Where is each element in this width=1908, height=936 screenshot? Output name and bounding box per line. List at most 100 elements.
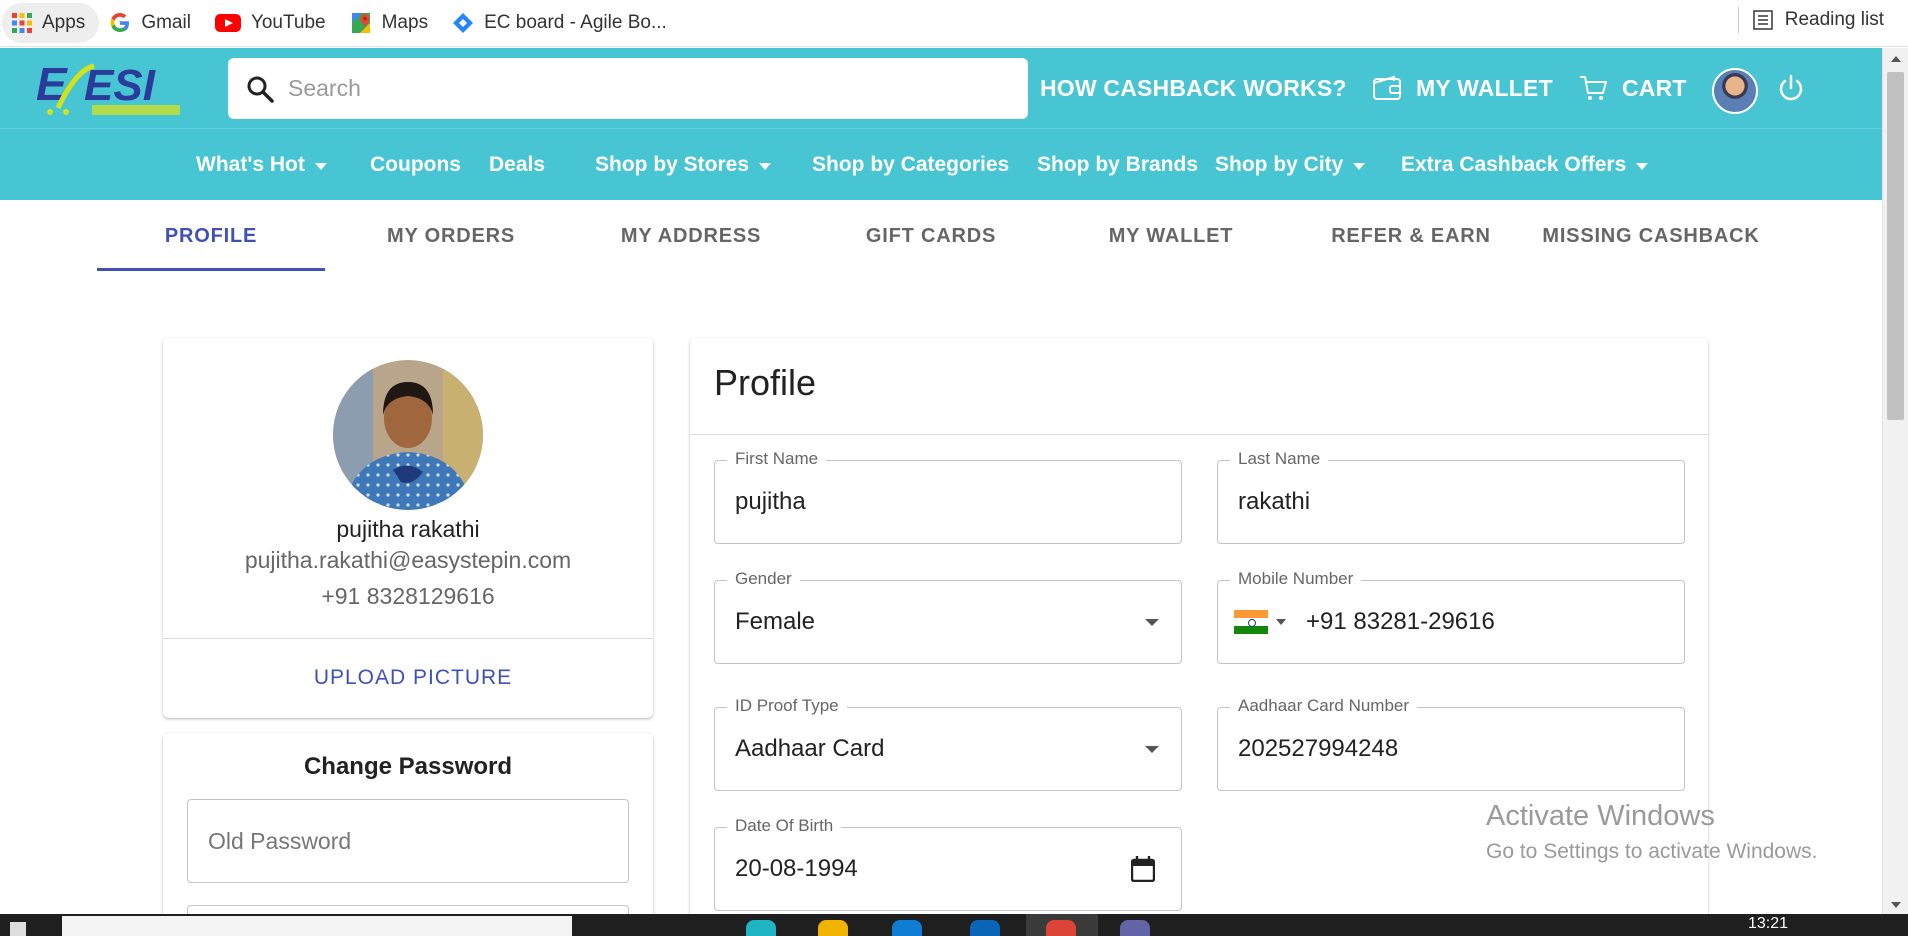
nav-whats-hot[interactable]: What's Hot [196,129,327,201]
tab-label: MY WALLET [1108,224,1234,247]
how-cashback-works-link[interactable]: HOW CASHBACK WORKS? [1040,48,1347,128]
dob-value[interactable]: 20-08-1994 [735,855,858,883]
change-password-card: Change Password [163,733,653,936]
bookmark-label: Maps [381,12,429,33]
upload-picture-button[interactable]: UPLOAD PICTURE [163,638,663,718]
nav-label: Coupons [370,153,461,176]
nav-shop-by-categories[interactable]: Shop by Categories [812,129,1009,201]
first-name-value[interactable]: pujitha [735,488,806,516]
bookmark-apps[interactable]: Apps [2,3,100,43]
search-icon [247,76,274,103]
nav-label: Shop by Categories [812,153,1010,176]
id-proof-type-select[interactable]: ID Proof Type Aadhaar Card [714,696,1182,791]
reading-list-icon [1752,10,1773,30]
tab-my-wallet[interactable]: MY WALLET [1057,200,1285,272]
old-password-field[interactable] [187,799,629,883]
bookmark-gmail[interactable]: Gmail [99,3,205,43]
my-wallet-link[interactable]: MY WALLET [1372,48,1553,128]
calendar-icon[interactable] [1131,856,1155,882]
tab-missing-cashback[interactable]: MISSING CASHBACK [1537,200,1765,272]
reading-list[interactable]: Reading list [1737,0,1884,40]
country-dropdown-icon[interactable] [1276,619,1286,625]
scroll-down-icon[interactable] [1891,902,1901,908]
nav-shop-by-brands[interactable]: Shop by Brands [1037,129,1198,201]
tab-label: MY ADDRESS [620,224,762,247]
taskbar-clock[interactable]: 13:21 [1748,915,1788,933]
nav-extra-cashback[interactable]: Extra Cashback Offers [1401,129,1649,201]
chevron-down-icon [1636,162,1649,170]
scrollbar-thumb[interactable] [1887,72,1904,420]
bookmark-label: Apps [42,12,86,33]
apps-grid-icon [12,13,32,33]
edge-icon[interactable] [746,920,776,936]
jira-diamond-icon [453,13,474,33]
svg-text:ESI: ESI [84,61,156,110]
nav-label: What's Hot [196,153,305,176]
windows-taskbar: 13:21 [0,914,1908,936]
store-icon[interactable] [892,920,922,936]
nav-shop-by-city[interactable]: Shop by City [1215,129,1366,201]
nav-label: Extra Cashback Offers [1401,153,1627,176]
bookmark-label: Gmail [141,12,191,33]
nav-deals[interactable]: Deals [489,129,545,201]
reading-list-label: Reading list [1784,9,1884,30]
windows-start-icon[interactable] [10,922,26,936]
india-flag-icon[interactable] [1234,610,1268,634]
last-name-field[interactable]: Last Name rakathi [1217,449,1685,544]
old-password-input[interactable] [208,827,608,855]
power-logout-icon[interactable] [1776,74,1806,104]
user-name: pujitha rakathi [336,516,480,542]
bookmark-label: EC board - Agile Bo... [484,12,667,33]
page-scrollbar[interactable] [1882,48,1908,914]
esi-cashback-logo[interactable]: E ESI [36,60,186,118]
search-bar[interactable] [228,58,1028,119]
how-cashback-label: HOW CASHBACK WORKS? [1040,74,1347,101]
taskbar-search[interactable] [62,916,572,936]
scroll-up-icon[interactable] [1891,56,1901,62]
cart-label: CART [1622,74,1687,101]
file-explorer-icon[interactable] [818,920,848,936]
chevron-down-icon [314,162,327,170]
nav-label: Deals [489,153,546,176]
nav-coupons[interactable]: Coupons [370,129,461,201]
bookmark-maps[interactable]: Maps [340,3,442,43]
cart-link[interactable]: CART [1578,48,1687,128]
tab-refer-earn[interactable]: REFER & EARN [1297,200,1525,272]
teams-icon[interactable] [1120,920,1150,936]
chevron-down-icon [1353,162,1366,170]
bookmarks-bar: Apps Gmail YouTube Maps EC board - Agile… [0,0,1908,47]
mobile-number-field[interactable]: Mobile Number +91 83281-29616 [1217,569,1685,664]
activate-windows-subtitle: Go to Settings to activate Windows. [1486,840,1818,863]
aadhaar-number-field[interactable]: Aadhaar Card Number 202527994248 [1217,696,1685,791]
user-avatar[interactable] [1712,68,1758,114]
mobile-number-value[interactable]: +91 83281-29616 [1306,608,1495,636]
bookmark-ec-board[interactable]: EC board - Agile Bo... [442,3,681,43]
mail-icon[interactable] [970,920,1000,936]
tab-gift-cards[interactable]: GIFT CARDS [817,200,1045,272]
divider [690,434,1708,435]
tab-profile[interactable]: PROFILE [97,200,325,272]
gender-select[interactable]: Gender Female [714,569,1182,664]
field-label: Date Of Birth [727,816,842,836]
first-name-field[interactable]: First Name pujitha [714,449,1182,544]
youtube-icon [214,14,241,32]
change-password-title: Change Password [303,753,513,780]
search-input[interactable] [288,75,988,102]
date-of-birth-field[interactable]: Date Of Birth 20-08-1994 [714,816,1182,911]
site-header: E ESI HOW CASHBACK WORKS? MY WALLET [0,48,1882,128]
field-label: ID Proof Type [727,696,847,716]
field-label: Gender [727,569,800,589]
chrome-icon [1046,920,1076,936]
bookmark-youtube[interactable]: YouTube [205,3,340,43]
tab-my-address[interactable]: MY ADDRESS [577,200,805,272]
field-label: Last Name [1230,449,1329,469]
nav-shop-by-stores[interactable]: Shop by Stores [595,129,772,201]
aadhaar-number-value[interactable]: 202527994248 [1238,735,1398,763]
bookmark-label: YouTube [250,12,326,33]
taskbar-active-item[interactable] [1026,914,1098,936]
id-proof-value: Aadhaar Card [735,735,885,762]
account-tabs: PROFILE MY ORDERS MY ADDRESS GIFT CARDS … [97,200,1797,272]
last-name-value[interactable]: rakathi [1238,488,1310,516]
active-tab-indicator [97,268,325,271]
tab-my-orders[interactable]: MY ORDERS [337,200,565,272]
